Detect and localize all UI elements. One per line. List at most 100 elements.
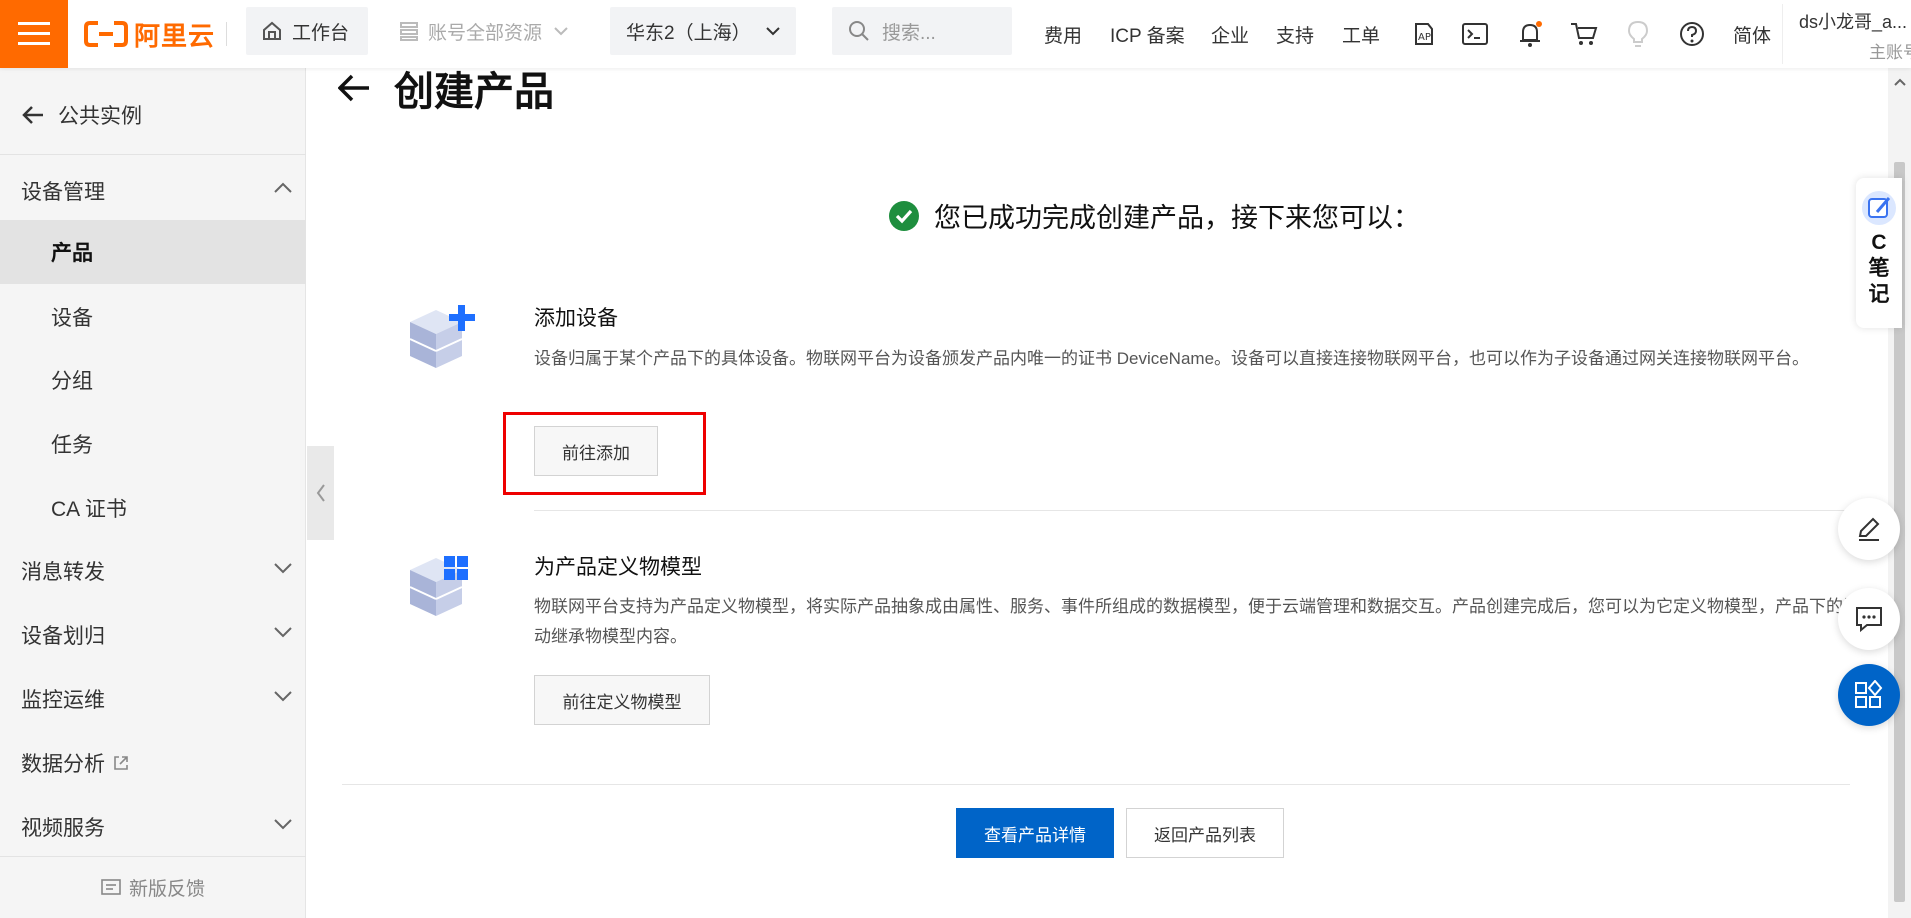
add-device-title: 添加设备	[534, 307, 618, 330]
divider	[226, 22, 227, 46]
success-text: 您已成功完成创建产品，接下来您可以：	[934, 203, 1420, 233]
sidebar-item-task[interactable]: 任务	[0, 413, 306, 475]
top-bar: 阿里云 工作台 账号全部资源 华东2（上海） 搜索... 费用 ICP 备案 企…	[0, 0, 1911, 68]
sidebar-group-device-assign[interactable]: 设备划归	[0, 604, 306, 666]
nav-ticket[interactable]: 工单	[1342, 0, 1380, 68]
chevron-down-icon	[274, 627, 292, 638]
user-name: ds小龙哥_a...	[1799, 12, 1908, 32]
check-circle-icon	[889, 200, 919, 231]
sidebar-item-ca-cert[interactable]: CA 证书	[0, 477, 306, 539]
lightbulb-icon[interactable]	[1622, 18, 1654, 50]
sidebar-item-label: 产品	[51, 242, 93, 265]
sidebar-item-label: 任务	[51, 434, 93, 457]
chat-icon	[1856, 607, 1882, 633]
sidebar-item-label: CA 证书	[51, 498, 127, 521]
terminal-icon[interactable]	[1459, 18, 1491, 50]
button-label: 返回产品列表	[1154, 825, 1256, 845]
chevron-up-icon	[274, 182, 292, 193]
help-icon[interactable]	[1676, 18, 1708, 50]
thing-model-icon	[409, 556, 468, 616]
user-role: 主账号	[1869, 43, 1911, 62]
workbench-button[interactable]: 工作台	[246, 7, 368, 55]
sidebar-item-label: 设备	[51, 307, 93, 330]
svg-text:AP: AP	[1418, 32, 1431, 43]
account-resources-label: 账号全部资源	[428, 22, 543, 44]
chat-float-button[interactable]	[1838, 588, 1900, 650]
aliyun-logo[interactable]: 阿里云	[84, 14, 215, 54]
grid-icon	[1855, 680, 1883, 708]
sidebar-group-label: 视频服务	[21, 817, 105, 840]
back-to-product-list-button[interactable]: 返回产品列表	[1126, 808, 1284, 858]
sidebar-group-video-service[interactable]: 视频服务	[0, 796, 306, 858]
sidebar-group-label: 消息转发	[21, 561, 105, 584]
nav-support[interactable]: 支持	[1276, 0, 1314, 68]
chevron-down-icon	[766, 27, 780, 36]
api-icon[interactable]: AP	[1405, 18, 1437, 50]
aliyun-logo-icon	[84, 21, 128, 47]
divider	[534, 510, 1852, 511]
notes-label: C 笔 记	[1868, 231, 1890, 306]
sidebar-collapse-toggle[interactable]	[307, 446, 334, 540]
sidebar-group-monitoring[interactable]: 监控运维	[0, 668, 306, 730]
add-device-icon	[409, 305, 475, 368]
sidebar-group-label: 数据分析	[21, 753, 105, 776]
notes-widget[interactable]: C 笔 记	[1856, 178, 1902, 328]
chevron-left-icon	[316, 484, 325, 502]
back-to-instance[interactable]: 公共实例	[0, 90, 306, 140]
arrow-left-icon	[22, 106, 43, 124]
home-icon	[263, 21, 281, 40]
sidebar-item-label: 分组	[51, 370, 93, 393]
search-input[interactable]: 搜索...	[832, 7, 1012, 55]
search-icon	[849, 21, 869, 41]
region-label: 华东2（上海）	[626, 22, 751, 44]
scroll-up-icon	[1894, 78, 1906, 86]
chevron-down-icon	[274, 563, 292, 574]
sidebar-group-label: 设备管理	[21, 181, 105, 204]
nav-enterprise[interactable]: 企业	[1211, 0, 1249, 68]
hamburger-menu-button[interactable]	[0, 0, 68, 68]
sidebar-group-message-forward[interactable]: 消息转发	[0, 540, 306, 602]
chevron-down-icon	[274, 819, 292, 830]
back-arrow-icon[interactable]	[338, 74, 370, 102]
feedback-button[interactable]: 新版反馈	[0, 856, 306, 918]
pencil-icon	[1858, 517, 1880, 541]
apps-float-button[interactable]	[1838, 664, 1900, 726]
logo-text: 阿里云	[134, 20, 216, 51]
button-label: 前往定义物模型	[562, 692, 682, 712]
thing-model-desc: 物联网平台支持为产品定义物模型，将实际产品抽象成由属性、服务、事件所组成的数据模…	[534, 597, 1911, 646]
sidebar-group-device-management[interactable]: 设备管理	[0, 160, 306, 222]
cart-icon[interactable]	[1568, 18, 1600, 50]
divider	[0, 154, 306, 155]
sidebar: 公共实例 设备管理 产品 设备 分组 任务 CA 证书 消息转发 设备划归 监控…	[0, 68, 306, 918]
language-switch[interactable]: 简体	[1733, 0, 1771, 68]
user-account[interactable]: ds小龙哥_a... 主账号	[1782, 4, 1911, 64]
sidebar-item-product[interactable]: 产品	[0, 220, 306, 284]
go-define-model-button[interactable]: 前往定义物模型	[534, 675, 710, 725]
sidebar-group-data-analysis[interactable]: 数据分析	[0, 732, 306, 794]
search-placeholder: 搜索...	[882, 22, 936, 44]
view-product-details-button[interactable]: 查看产品详情	[956, 808, 1114, 858]
chevron-down-icon	[554, 27, 568, 36]
external-link-icon	[114, 756, 128, 770]
account-resources-dropdown[interactable]: 账号全部资源	[384, 7, 584, 55]
edit-float-button[interactable]	[1838, 498, 1900, 560]
nav-fees[interactable]: 费用	[1044, 0, 1082, 68]
sidebar-item-device[interactable]: 设备	[0, 286, 306, 348]
add-device-desc: 设备归属于某个产品下的具体设备。物联网平台为设备颁发产品内唯一的证书 Devic…	[534, 349, 1810, 368]
region-select[interactable]: 华东2（上海）	[610, 7, 796, 55]
thing-model-title: 为产品定义物模型	[534, 556, 702, 579]
highlight-box	[503, 412, 706, 495]
bell-icon[interactable]	[1514, 18, 1546, 50]
chevron-down-icon	[274, 691, 292, 702]
menu-icon	[18, 22, 50, 45]
button-label: 查看产品详情	[984, 825, 1086, 845]
nav-icp[interactable]: ICP 备案	[1110, 0, 1185, 68]
sidebar-item-group[interactable]: 分组	[0, 349, 306, 411]
note-icon	[1862, 191, 1896, 225]
feedback-icon	[101, 878, 121, 895]
workbench-label: 工作台	[292, 22, 350, 44]
sidebar-group-label: 设备划归	[21, 625, 105, 648]
back-label: 公共实例	[58, 105, 142, 128]
stack-icon	[400, 22, 418, 41]
divider	[342, 784, 1850, 785]
